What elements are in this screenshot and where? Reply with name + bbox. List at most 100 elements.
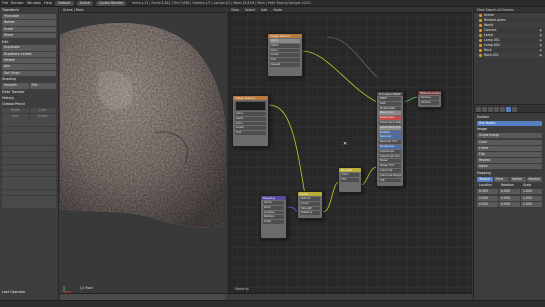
- location-y-field[interactable]: 0.000: [477, 195, 498, 201]
- section-image[interactable]: Image: [477, 127, 542, 132]
- node-title[interactable]: Mapping: [261, 196, 286, 200]
- menu-help[interactable]: Help: [44, 1, 52, 5]
- delete-button[interactable]: Delete: [2, 57, 56, 64]
- image-source-dropdown[interactable]: Single Image: [477, 133, 542, 139]
- node-field[interactable]: Specular Tint: [379, 140, 401, 144]
- material-tab-icon[interactable]: [506, 107, 511, 112]
- last-operator-panel[interactable]: Last Operator: [2, 290, 25, 295]
- node-field[interactable]: IOR: [379, 178, 401, 183]
- node-title[interactable]: MixRGB: [339, 168, 361, 172]
- section-shading[interactable]: Shading: [2, 77, 56, 82]
- scale-z-field[interactable]: 1.000: [521, 201, 542, 207]
- interpolation-dropdown[interactable]: Linear: [477, 145, 542, 151]
- mirror-button[interactable]: Mirror: [2, 32, 56, 39]
- node-field[interactable]: Clearcoat: [379, 168, 401, 173]
- node-material-output[interactable]: Material Output Surface Volume: [417, 90, 442, 108]
- scene-tab-icon[interactable]: [482, 107, 487, 112]
- node-title[interactable]: Bump: [298, 192, 322, 196]
- menu-render[interactable]: Render: [11, 1, 24, 5]
- node-field[interactable]: Scale: [263, 220, 284, 224]
- timeline-bar[interactable]: [0, 300, 545, 307]
- menu-file[interactable]: File: [2, 1, 8, 5]
- node-field[interactable]: Anisotropic Rot: [379, 154, 401, 159]
- texture-tab-icon[interactable]: [512, 107, 517, 112]
- node-field[interactable]: Linear: [270, 53, 300, 58]
- node-field[interactable]: Flat: [270, 58, 300, 62]
- node-field[interactable]: Rotation: [263, 215, 284, 220]
- 3d-viewport[interactable]: Scene | Rock (1) Rock: [60, 7, 226, 300]
- mapping-normal-button[interactable]: Normal: [526, 177, 542, 182]
- node-field[interactable]: Invert: [300, 201, 320, 206]
- node-field[interactable]: Clearcoat Rough: [379, 173, 401, 178]
- section-history[interactable]: History: [2, 96, 56, 101]
- node-field[interactable]: Strength: [300, 206, 320, 211]
- section-transform[interactable]: Transform: [2, 8, 56, 13]
- node-field[interactable]: Specular: [379, 135, 401, 140]
- node-field[interactable]: Multiscatter: [379, 106, 401, 111]
- node-field[interactable]: Repeat: [270, 62, 300, 67]
- rotation-y-field[interactable]: 0.000: [499, 195, 520, 201]
- node-field[interactable]: Color: [270, 48, 300, 53]
- render-engine-selector[interactable]: Cycles Render: [95, 0, 127, 6]
- mapping-point-button[interactable]: Point: [493, 177, 509, 182]
- scene-selector[interactable]: Scene: [76, 0, 93, 6]
- rock-object[interactable]: [60, 13, 226, 293]
- node-image-texture[interactable]: Image Texture Color Alpha Color Linear F…: [232, 95, 269, 147]
- gp-erase-button[interactable]: Erase: [29, 114, 56, 120]
- node-field[interactable]: Flat: [235, 131, 266, 135]
- scale-y-field[interactable]: 1.000: [521, 195, 542, 201]
- node-field[interactable]: Subsurface: [379, 116, 401, 120]
- scale-button[interactable]: Scale: [2, 26, 56, 33]
- rotate-button[interactable]: Rotate: [2, 20, 56, 26]
- node-field[interactable]: Point: [263, 205, 284, 210]
- gp-poly-button[interactable]: Poly: [2, 114, 29, 120]
- modifier-tab-icon[interactable]: [500, 107, 505, 112]
- node-field[interactable]: Metallic: [379, 130, 401, 135]
- node-field[interactable]: Color: [235, 121, 266, 126]
- node-field[interactable]: Linear: [235, 126, 266, 131]
- section-data-transfer[interactable]: Data Transfer: [2, 90, 56, 95]
- node-title[interactable]: Principled BSDF: [377, 92, 403, 96]
- scale-x-field[interactable]: 1.000: [521, 189, 542, 195]
- location-x-field[interactable]: 0.000: [477, 189, 498, 195]
- node-field[interactable]: Anisotropic: [379, 149, 401, 154]
- section-edit[interactable]: Edit: [2, 40, 56, 45]
- join-button[interactable]: Join: [2, 64, 56, 70]
- projection-dropdown[interactable]: Flat: [477, 151, 542, 157]
- smooth-button[interactable]: Smooth: [2, 83, 29, 89]
- node-field[interactable]: Distance: [300, 211, 320, 216]
- duplicate-button[interactable]: Duplicate: [2, 45, 56, 51]
- gp-line-button[interactable]: Line: [29, 107, 56, 114]
- layout-selector[interactable]: Default: [55, 0, 74, 6]
- section-grease-pencil[interactable]: Grease Pencil: [2, 102, 56, 107]
- node-field[interactable]: Roughness: [379, 144, 401, 149]
- set-origin-dropdown[interactable]: Set Origin: [2, 70, 56, 77]
- gp-draw-button[interactable]: Draw: [2, 107, 29, 114]
- node-bump[interactable]: Bump Normal Invert Strength Distance: [297, 191, 323, 219]
- mapping-vector-button[interactable]: Vector: [510, 177, 526, 182]
- node-title[interactable]: Image Texture: [268, 34, 302, 38]
- node-field[interactable]: Subsurface Radius: [379, 120, 401, 125]
- node-field[interactable]: Location: [263, 210, 284, 215]
- node-mapping[interactable]: Mapping Vector Point Location Rotation S…: [260, 195, 287, 239]
- location-z-field[interactable]: 0.000: [477, 201, 498, 207]
- section-surface[interactable]: Surface: [477, 115, 542, 120]
- color-space-dropdown[interactable]: Color: [477, 139, 542, 145]
- node-editor[interactable]: View Select Add Node Image Texture Color…: [227, 7, 472, 300]
- eye-icon[interactable]: ◉: [539, 53, 542, 58]
- extension-dropdown[interactable]: Repeat: [477, 158, 542, 164]
- node-title[interactable]: Image Texture: [233, 96, 268, 100]
- node-field[interactable]: Sheen Tint: [379, 164, 401, 168]
- node-mix[interactable]: MixRGB Color Fac: [338, 167, 362, 193]
- node-field[interactable]: Base Color: [379, 111, 401, 116]
- node-field[interactable]: Subsurface Color: [379, 125, 401, 130]
- world-tab-icon[interactable]: [488, 107, 493, 112]
- alpha-field[interactable]: Alpha: [477, 164, 542, 170]
- node-field[interactable]: GGX: [379, 101, 401, 106]
- use-nodes-button[interactable]: Use Nodes: [477, 120, 542, 126]
- node-field[interactable]: Sheen: [379, 159, 401, 164]
- node-principled-bsdf[interactable]: Principled BSDF BSDF GGX Multiscatter Ba…: [376, 91, 404, 187]
- translate-button[interactable]: Translate: [2, 13, 56, 20]
- mapping-texture-button[interactable]: Texture: [477, 177, 493, 182]
- section-mapping[interactable]: Mapping: [477, 171, 542, 176]
